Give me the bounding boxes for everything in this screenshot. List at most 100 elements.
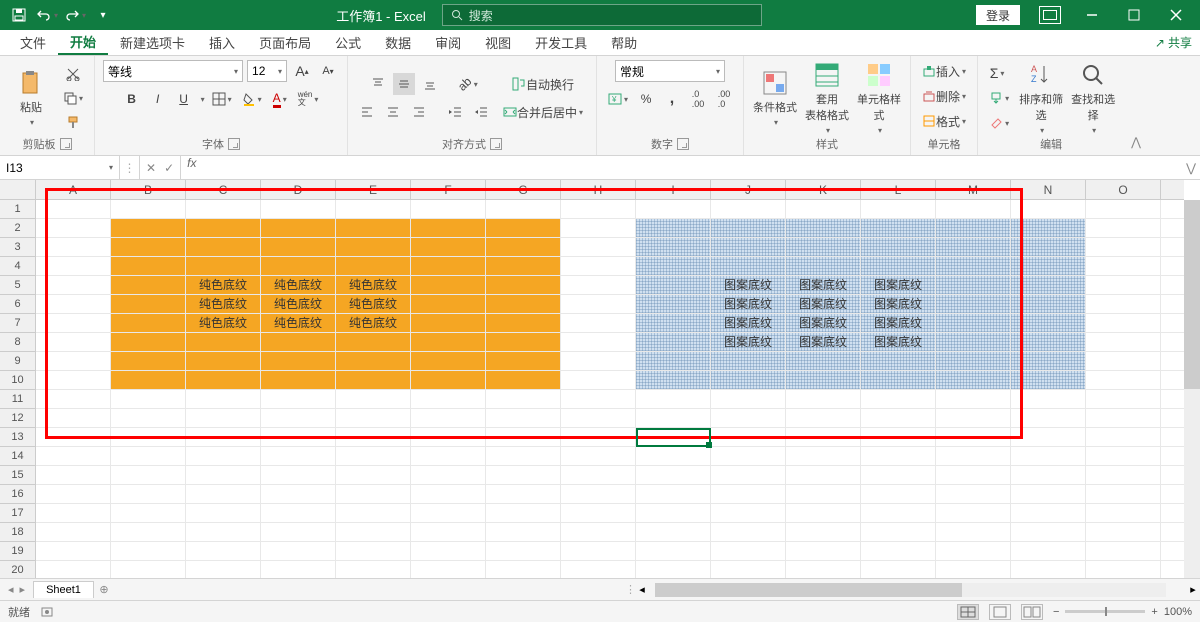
cell[interactable]: [711, 352, 786, 370]
cell[interactable]: [1011, 485, 1086, 503]
cell[interactable]: [261, 523, 336, 541]
cell[interactable]: [36, 390, 111, 408]
cell[interactable]: 图案底纹: [786, 295, 861, 313]
row-header[interactable]: 2: [0, 219, 35, 238]
column-header[interactable]: F: [411, 180, 486, 199]
save-button[interactable]: [6, 3, 32, 27]
middle-align-button[interactable]: [393, 73, 415, 95]
cell[interactable]: [186, 371, 261, 389]
cell[interactable]: [486, 219, 561, 237]
cell[interactable]: [561, 276, 636, 294]
cell[interactable]: [561, 295, 636, 313]
cell[interactable]: [711, 428, 786, 446]
cell[interactable]: [711, 542, 786, 560]
cell[interactable]: [786, 523, 861, 541]
cell[interactable]: [1086, 390, 1161, 408]
cell[interactable]: [636, 485, 711, 503]
select-all-button[interactable]: [0, 180, 36, 200]
cell[interactable]: [1086, 485, 1161, 503]
cell[interactable]: [1086, 352, 1161, 370]
paste-button[interactable]: 粘贴▾: [8, 70, 54, 127]
cell[interactable]: [561, 238, 636, 256]
cell[interactable]: [486, 276, 561, 294]
cell[interactable]: [261, 219, 336, 237]
search-box[interactable]: 搜索: [442, 4, 762, 26]
cell[interactable]: [186, 257, 261, 275]
ribbon-display-button[interactable]: [1030, 1, 1070, 29]
column-header[interactable]: H: [561, 180, 636, 199]
cell[interactable]: [261, 466, 336, 484]
cancel-formula-button[interactable]: ✕: [146, 161, 156, 175]
cell[interactable]: [861, 485, 936, 503]
cell[interactable]: [636, 257, 711, 275]
cell[interactable]: [786, 390, 861, 408]
cell[interactable]: [1086, 523, 1161, 541]
page-break-view-button[interactable]: [1021, 604, 1043, 620]
cell[interactable]: [786, 485, 861, 503]
cell[interactable]: [1086, 409, 1161, 427]
cell[interactable]: 纯色底纹: [261, 295, 336, 313]
cell[interactable]: [936, 561, 1011, 578]
cell[interactable]: [561, 333, 636, 351]
zoom-out-button[interactable]: −: [1053, 606, 1059, 618]
cell[interactable]: [1086, 371, 1161, 389]
orientation-button[interactable]: ab▾: [455, 73, 480, 95]
cell[interactable]: [261, 371, 336, 389]
cell[interactable]: [1011, 390, 1086, 408]
cell[interactable]: [636, 390, 711, 408]
cell[interactable]: [786, 409, 861, 427]
cell[interactable]: [336, 352, 411, 370]
cell[interactable]: [186, 542, 261, 560]
cell[interactable]: [711, 447, 786, 465]
cell[interactable]: [411, 219, 486, 237]
cell[interactable]: [36, 485, 111, 503]
cell[interactable]: 纯色底纹: [186, 276, 261, 294]
cell[interactable]: [936, 295, 1011, 313]
cell[interactable]: [111, 295, 186, 313]
column-header[interactable]: L: [861, 180, 936, 199]
cell[interactable]: [186, 523, 261, 541]
add-sheet-button[interactable]: ⊕: [94, 583, 114, 596]
cell[interactable]: [936, 466, 1011, 484]
cell[interactable]: [561, 447, 636, 465]
cell[interactable]: [1011, 428, 1086, 446]
cell[interactable]: [561, 542, 636, 560]
cell[interactable]: [486, 466, 561, 484]
cell[interactable]: [1086, 428, 1161, 446]
cell[interactable]: [111, 466, 186, 484]
cell[interactable]: [411, 390, 486, 408]
cell[interactable]: [861, 219, 936, 237]
cell[interactable]: [486, 409, 561, 427]
cell[interactable]: [186, 428, 261, 446]
column-header[interactable]: J: [711, 180, 786, 199]
row-header[interactable]: 11: [0, 390, 35, 409]
redo-button[interactable]: ▾: [62, 3, 88, 27]
cell[interactable]: [111, 561, 186, 578]
cell[interactable]: [486, 447, 561, 465]
cell[interactable]: [936, 390, 1011, 408]
cell[interactable]: [636, 200, 711, 218]
cell[interactable]: [936, 428, 1011, 446]
cell[interactable]: [336, 485, 411, 503]
cell[interactable]: [486, 561, 561, 578]
cell[interactable]: [1011, 447, 1086, 465]
cell[interactable]: [36, 352, 111, 370]
column-header[interactable]: A: [36, 180, 111, 199]
cell[interactable]: [186, 504, 261, 522]
tab-home[interactable]: 开始: [58, 30, 108, 55]
column-header[interactable]: G: [486, 180, 561, 199]
cell[interactable]: [336, 257, 411, 275]
number-dialog-launcher[interactable]: [677, 138, 689, 150]
cell[interactable]: [261, 504, 336, 522]
cell[interactable]: 图案底纹: [786, 314, 861, 332]
sort-filter-button[interactable]: AZ排序和筛选▾: [1018, 62, 1064, 135]
cell[interactable]: [711, 485, 786, 503]
cell[interactable]: [36, 428, 111, 446]
cell[interactable]: [936, 257, 1011, 275]
row-header[interactable]: 12: [0, 409, 35, 428]
clipboard-dialog-launcher[interactable]: [60, 138, 72, 150]
cell[interactable]: 图案底纹: [786, 276, 861, 294]
cell[interactable]: 图案底纹: [861, 314, 936, 332]
increase-indent-button[interactable]: [470, 101, 492, 123]
cell[interactable]: [636, 371, 711, 389]
